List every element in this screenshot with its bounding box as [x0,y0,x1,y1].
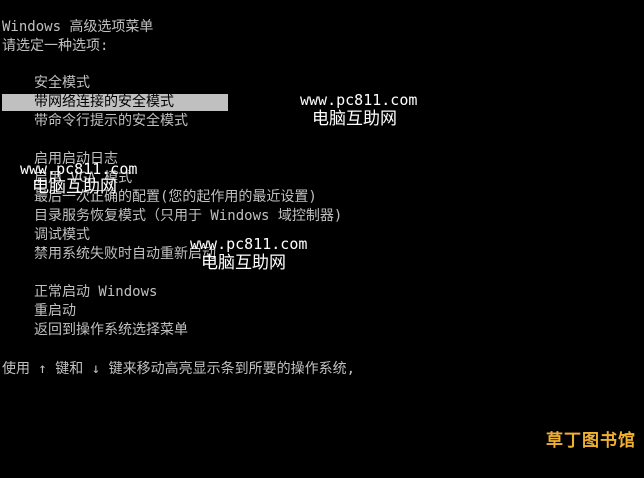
option-debugging-mode[interactable]: 调试模式 [34,226,342,245]
option-start-normally[interactable]: 正常启动 Windows [34,283,342,302]
option-safe-mode[interactable]: 安全模式 [34,74,342,93]
option-last-known-good[interactable]: 最后一次正确的配置(您的起作用的最近设置) [34,188,342,207]
site-logo: 草丁图书馆 [546,431,636,451]
option-boot-logging[interactable]: 启用启动日志 [34,150,342,169]
boot-options-list: 安全模式 带网络连接的安全模式 带命令行提示的安全模式 启用启动日志 启用 VG… [2,74,342,340]
footer-instructions: 使用 ↑ 键和 ↓ 键来移动高亮显示条到所要的操作系统, [2,361,355,377]
menu-title: Windows 高级选项菜单 [2,19,154,35]
option-reboot[interactable]: 重启动 [34,302,342,321]
option-safe-mode-command-prompt[interactable]: 带命令行提示的安全模式 [34,112,342,131]
menu-prompt: 请选定一种选项: [2,38,109,54]
option-disable-auto-restart[interactable]: 禁用系统失败时自动重新启动 [34,245,342,264]
option-return-os-choices[interactable]: 返回到操作系统选择菜单 [34,321,342,340]
option-safe-mode-networking[interactable]: 带网络连接的安全模式 [2,93,342,112]
option-directory-services-restore[interactable]: 目录服务恢复模式（只用于 Windows 域控制器) [34,207,342,226]
option-vga-mode[interactable]: 启用 VGA 模式 [34,169,342,188]
